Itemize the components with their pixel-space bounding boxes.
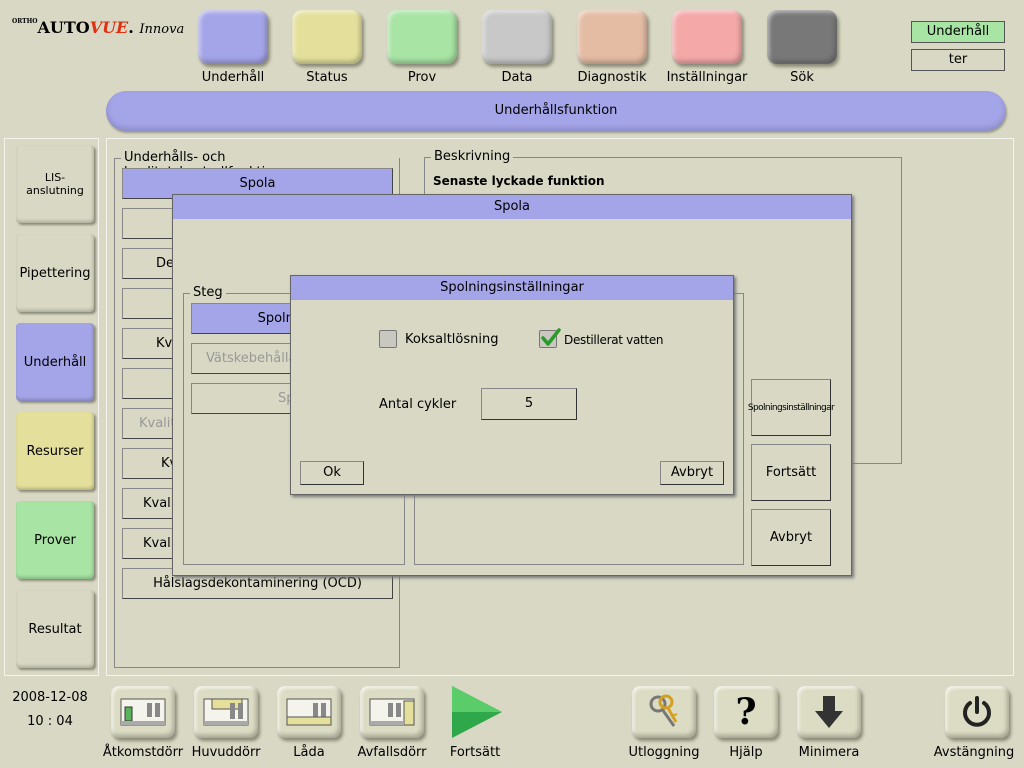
nav-diagnostics-label: Diagnostik: [577, 70, 647, 85]
minimize-label: Minimera: [798, 745, 860, 760]
saline-label: Koksaltlösning: [405, 332, 499, 347]
spola-cancel-button[interactable]: Avbryt: [751, 509, 831, 566]
distilled-water-checkbox[interactable]: [539, 328, 561, 348]
sidebar-item-maintenance[interactable]: Underhåll: [16, 323, 94, 401]
sidebar-item-resources[interactable]: Resurser: [16, 412, 94, 490]
flush-settings-label: Spolningsinställningar: [747, 402, 835, 413]
nav-samples-label: Prov: [407, 70, 437, 85]
waste-door-button[interactable]: [360, 686, 424, 738]
steps-legend: Steg: [190, 285, 226, 300]
time-display: 10 : 04: [27, 714, 73, 729]
nav-status-button[interactable]: [292, 10, 362, 64]
continue-play-button[interactable]: [447, 684, 507, 740]
settings-cancel-button[interactable]: Avbryt: [660, 461, 724, 485]
keys-icon: [649, 694, 678, 727]
flush-settings-title: Spolningsinställningar: [291, 276, 733, 300]
distilled-water-label: Destillerat vatten: [564, 333, 664, 347]
access-door-button[interactable]: [111, 686, 175, 738]
function-banner: Underhållsfunktion: [106, 91, 1006, 131]
description-heading: Senaste lyckade funktion: [433, 174, 605, 188]
spola-dialog-title: Spola: [173, 195, 851, 219]
nav-samples-button[interactable]: [387, 10, 457, 64]
description-legend: Beskrivning: [431, 149, 514, 164]
nav-settings-label: Inställningar: [666, 70, 748, 85]
nav-data-label: Data: [501, 70, 533, 85]
sidebar-item-pipetting[interactable]: Pipettering: [16, 234, 94, 312]
nav-diagnostics-button[interactable]: [577, 10, 647, 64]
cycles-label: Antal cykler: [379, 397, 457, 412]
mode-secondary: ter: [911, 49, 1005, 71]
main-door-button[interactable]: [194, 686, 258, 738]
sidebar-item-label: Resurser: [26, 443, 84, 459]
mode-indicator: Underhåll: [911, 21, 1005, 43]
flush-settings-dialog: Spolningsinställningar Koksaltlösning De…: [290, 275, 734, 495]
waste-door-icon: [369, 698, 415, 726]
nav-data-button[interactable]: [482, 10, 552, 64]
power-icon: [963, 696, 991, 727]
sidebar-item-label: LIS-anslutning: [26, 171, 84, 197]
checkmark-icon: [541, 328, 561, 346]
drawer-icon: [286, 698, 332, 726]
shutdown-label: Avstängning: [933, 745, 1015, 760]
sidebar-item-samples[interactable]: Prover: [16, 501, 94, 579]
ok-button[interactable]: Ok: [300, 461, 364, 485]
flush-settings-button[interactable]: Spolningsinställningar: [747, 379, 835, 436]
nav-settings-button[interactable]: [672, 10, 742, 64]
help-icon: ?: [735, 691, 757, 733]
minimize-button[interactable]: [797, 686, 861, 738]
nav-search-button[interactable]: [767, 10, 837, 64]
drawer-button[interactable]: [277, 686, 341, 738]
main-door-icon: [203, 698, 249, 726]
nav-maintenance-button[interactable]: [198, 10, 268, 64]
sidebar-item-lis[interactable]: LIS-anslutning: [16, 145, 94, 223]
sidebar: LIS-anslutning Pipettering Underhåll Res…: [4, 138, 99, 676]
cycles-input[interactable]: 5: [481, 388, 577, 420]
help-button[interactable]: ?: [714, 686, 778, 738]
autovue-logo: ORTHOAUTOVUE. Innova: [12, 18, 185, 37]
logout-button[interactable]: [632, 686, 696, 738]
shutdown-button[interactable]: [945, 686, 1009, 738]
saline-checkbox[interactable]: [379, 330, 397, 348]
date-display: 2008-12-08: [12, 690, 88, 705]
continue-button[interactable]: Fortsätt: [751, 444, 831, 501]
sidebar-item-label: Pipettering: [19, 265, 91, 281]
play-icon: [452, 686, 502, 738]
sidebar-item-results[interactable]: Resultat: [16, 590, 94, 668]
sidebar-item-label: Resultat: [28, 621, 82, 637]
access-door-icon: [120, 698, 166, 726]
nav-search-label: Sök: [790, 70, 814, 85]
sidebar-item-label: Prover: [34, 532, 76, 548]
arrow-down-icon: [815, 696, 843, 728]
sidebar-item-label: Underhåll: [23, 354, 87, 370]
continue-play-label: Fortsätt: [449, 745, 501, 760]
nav-status-label: Status: [306, 70, 348, 85]
